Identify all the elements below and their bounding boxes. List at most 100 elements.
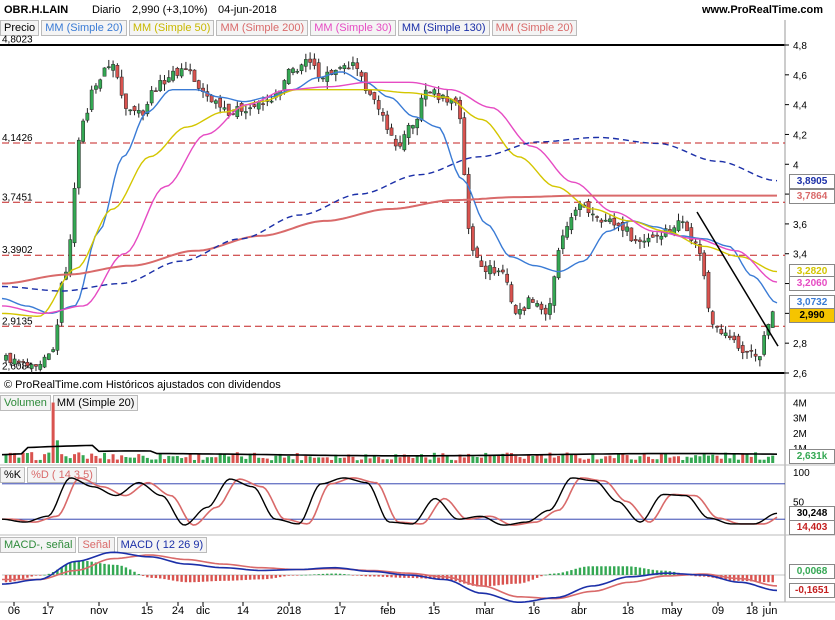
candle-body: [342, 65, 347, 70]
volume-bar: [317, 457, 321, 463]
volume-bar: [81, 455, 85, 463]
legend-ma130[interactable]: MM (Simple 130): [397, 20, 490, 36]
volume-bar: [295, 453, 299, 463]
candle-body: [299, 64, 304, 72]
volume-bar: [180, 458, 184, 463]
candle-body: [154, 90, 158, 92]
macd-hist-bar: [304, 574, 308, 576]
volume-tick-label: 2M: [793, 429, 807, 440]
macd-hist-bar: [266, 575, 269, 580]
volume-bar: [145, 457, 149, 463]
candle-body: [608, 218, 612, 223]
macd-hist-bar: [26, 575, 29, 578]
volume-bar: [432, 452, 436, 463]
candle-body: [278, 90, 282, 96]
macd-hist-bar: [334, 573, 338, 575]
volume-bar: [201, 459, 205, 463]
macd-hist-bar: [231, 575, 235, 581]
volume-bar: [360, 459, 364, 463]
macd-hist-bar: [651, 569, 654, 575]
volume-bar: [8, 452, 12, 463]
candle-body: [29, 364, 34, 369]
legend-macd-hist[interactable]: MACD-, señal: [0, 537, 77, 553]
macd-hist-bar: [745, 575, 749, 582]
ma50-line: [1, 89, 778, 318]
candle-body: [381, 112, 385, 116]
candle-body: [706, 271, 711, 309]
macd-hist-bar: [171, 575, 175, 581]
volume-bar: [85, 458, 89, 463]
support-level-label: 3,3902: [2, 245, 33, 256]
macd-hist-bar: [707, 575, 710, 578]
volume-bar: [47, 452, 51, 463]
volume-bar: [569, 453, 573, 463]
legend-volume[interactable]: Volumen: [0, 395, 51, 411]
candle-body: [226, 103, 231, 116]
volume-bar: [689, 457, 693, 463]
macd-hist-bar: [501, 575, 505, 585]
candle-body: [462, 117, 467, 175]
candle-body: [34, 364, 38, 367]
volume-bar: [77, 452, 81, 463]
volume-bar: [308, 456, 312, 463]
candle-body: [710, 311, 715, 325]
macd-hist-bar: [433, 575, 436, 580]
legend-ma30[interactable]: MM (Simple 30): [310, 20, 396, 36]
candle-body: [359, 71, 364, 77]
price-tick-label: 2,6: [793, 369, 807, 380]
volume-bar: [664, 453, 668, 463]
macd-hist-bar: [120, 565, 123, 575]
candle-body: [749, 350, 754, 352]
volume-bar: [368, 458, 372, 463]
macd-hist-bar: [313, 574, 316, 575]
ma-value-pill: 3,7864: [789, 189, 835, 205]
volume-bar: [694, 455, 698, 463]
volume-bar: [407, 456, 411, 463]
legend-price[interactable]: Precio: [0, 20, 40, 36]
legend-k[interactable]: %K: [0, 467, 26, 483]
candle-body: [55, 324, 60, 351]
legend-volume-ma[interactable]: MM (Simple 20): [52, 395, 139, 411]
legend-ma200[interactable]: MM (Simple 200): [216, 20, 309, 36]
candle-body: [158, 80, 163, 91]
macd-hist-bar: [356, 575, 359, 576]
volume-bar: [518, 457, 522, 463]
legend-ma20-support[interactable]: MM (Simple 20): [491, 20, 578, 36]
macd-hist-bar: [428, 575, 432, 579]
macd-hist-bar: [81, 560, 85, 575]
legend-macd[interactable]: MACD ( 12 26 9): [116, 537, 208, 553]
volume-bar: [150, 459, 154, 463]
candle-body: [124, 93, 128, 109]
volume-bar: [552, 457, 556, 463]
volume-bar: [728, 458, 732, 463]
macd-hist-bar: [625, 566, 629, 575]
candle-body: [4, 354, 8, 361]
volume-bar: [587, 458, 591, 463]
volume-bar: [424, 457, 428, 463]
candle-body: [411, 125, 415, 129]
candle-body: [633, 239, 638, 242]
macd-hist-bar: [523, 575, 526, 583]
volume-bar: [741, 453, 745, 463]
volume-bar: [192, 459, 196, 463]
legend-ma20[interactable]: MM (Simple 20): [41, 20, 127, 36]
candle-body: [565, 226, 569, 238]
legend-ma50[interactable]: MM (Simple 50): [128, 20, 215, 36]
candle-body: [166, 77, 171, 83]
candle-body: [312, 58, 317, 66]
volume-bar: [608, 455, 612, 463]
volume-bar: [492, 455, 496, 463]
volume-bar: [501, 453, 505, 463]
volume-bar: [719, 458, 723, 463]
candle-body: [590, 213, 595, 216]
macd-hist-bar: [475, 575, 479, 587]
candle-body: [573, 209, 578, 216]
volume-bar: [188, 453, 192, 463]
legend-signal[interactable]: Señal: [78, 537, 115, 553]
x-tick-label: mar: [476, 605, 495, 617]
candle-body: [192, 69, 197, 82]
legend-d[interactable]: %D ( 14 3 5): [27, 467, 97, 483]
macd-hist-bar: [133, 571, 136, 575]
candle-body: [535, 303, 539, 307]
volume-bar: [539, 454, 543, 463]
